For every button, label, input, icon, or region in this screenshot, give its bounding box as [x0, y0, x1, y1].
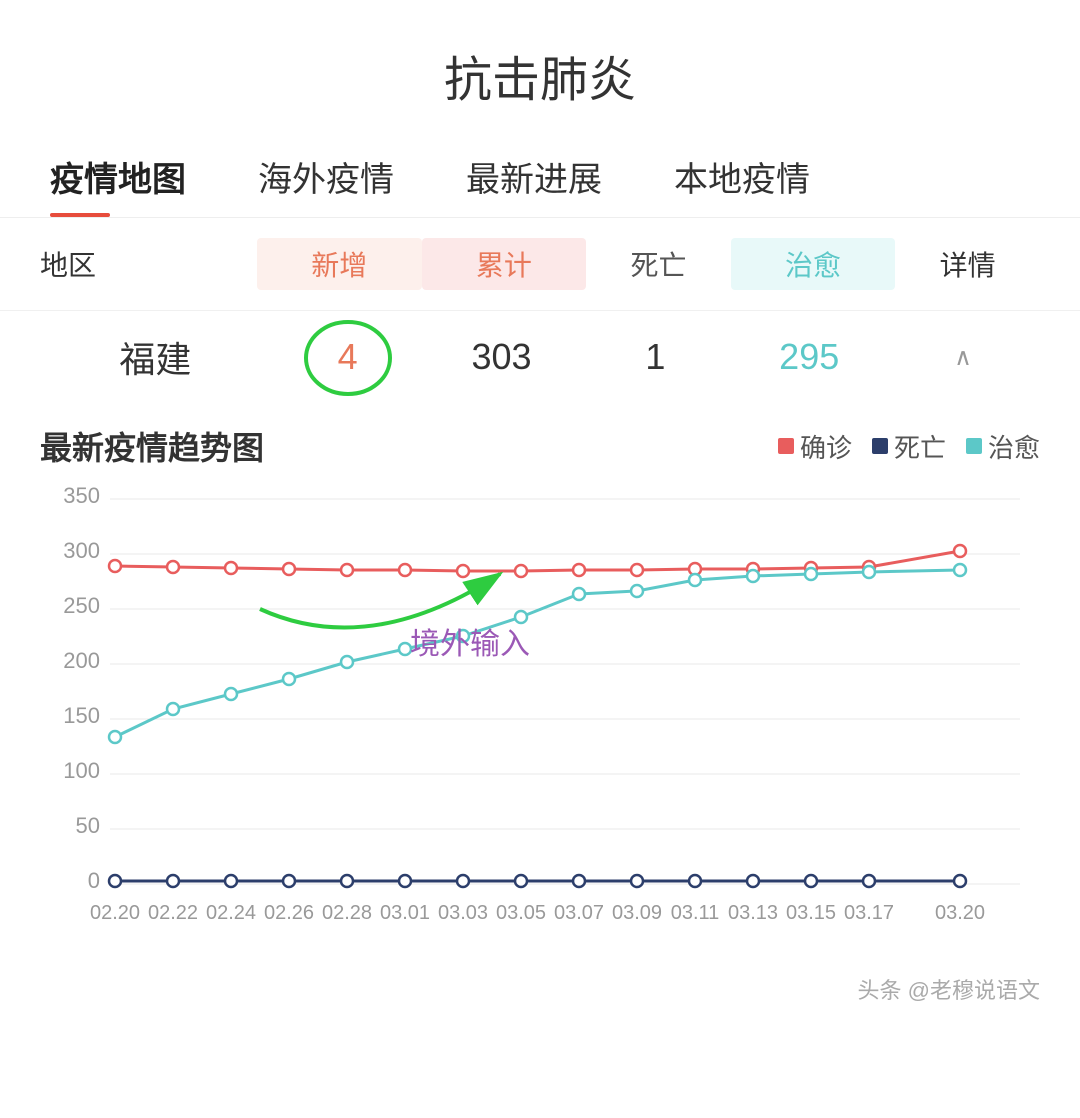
col-header-region: 地区 [40, 244, 257, 284]
col-header-new: 新增 [257, 238, 422, 290]
tab-overseas[interactable]: 海外疫情 [222, 140, 430, 217]
cell-heal: 295 [732, 336, 886, 378]
cell-death: 1 [578, 336, 732, 378]
chart-svg: 350 300 250 200 150 100 50 0 02.20 02.22… [40, 479, 1040, 959]
svg-text:03.17: 03.17 [844, 902, 894, 924]
svg-text:0: 0 [88, 868, 100, 893]
svg-text:02.20: 02.20 [90, 902, 140, 924]
svg-text:03.07: 03.07 [554, 902, 604, 924]
svg-text:350: 350 [63, 483, 100, 508]
svg-text:03.03: 03.03 [438, 902, 488, 924]
tab-local[interactable]: 本地疫情 [638, 140, 846, 217]
svg-text:02.24: 02.24 [206, 902, 256, 924]
cell-total: 303 [425, 336, 579, 378]
tab-latest[interactable]: 最新进展 [430, 140, 638, 217]
svg-text:03.05: 03.05 [496, 902, 546, 924]
svg-text:100: 100 [63, 758, 100, 783]
col-header-detail: 详情 [895, 244, 1040, 284]
svg-text:03.01: 03.01 [380, 902, 430, 924]
cell-region: 福建 [40, 331, 271, 383]
col-header-total: 累计 [422, 238, 587, 290]
expand-icon[interactable]: ∧ [886, 343, 1040, 372]
data-row-fujian: 福建 4 303 1 295 ∧ [0, 310, 1080, 403]
svg-text:50: 50 [76, 813, 100, 838]
svg-text:03.11: 03.11 [671, 902, 720, 924]
trend-title: 最新疫情趋势图 [40, 423, 778, 469]
chart-area: 境外输入 350 300 250 200 150 100 50 0 02.20 … [40, 479, 1040, 959]
legend-heal: 治愈 [966, 428, 1040, 465]
svg-text:02.22: 02.22 [148, 902, 198, 924]
svg-text:03.15: 03.15 [786, 902, 836, 924]
col-header-heal: 治愈 [731, 238, 896, 290]
table-header: 地区 新增 累计 死亡 治愈 详情 [0, 218, 1080, 310]
legend-dot-heal [966, 438, 982, 454]
legend-confirmed: 确诊 [778, 428, 852, 465]
page-title: 抗击肺炎 [0, 0, 1080, 140]
nav-tabs: 疫情地图 海外疫情 最新进展 本地疫情 [0, 140, 1080, 218]
legend-death: 死亡 [872, 428, 946, 465]
watermark: 头条 @老穆说语文 [0, 969, 1080, 1015]
col-header-death: 死亡 [586, 244, 731, 284]
svg-text:03.20: 03.20 [935, 902, 985, 924]
svg-text:03.13: 03.13 [728, 902, 778, 924]
svg-text:150: 150 [63, 703, 100, 728]
trend-header: 最新疫情趋势图 确诊 死亡 治愈 [40, 423, 1040, 469]
legend: 确诊 死亡 治愈 [778, 428, 1040, 465]
trend-section: 最新疫情趋势图 确诊 死亡 治愈 境外输入 [0, 403, 1080, 969]
svg-text:250: 250 [63, 593, 100, 618]
svg-text:200: 200 [63, 648, 100, 673]
legend-dot-confirmed [778, 438, 794, 454]
legend-dot-death [872, 438, 888, 454]
cell-new: 4 [271, 336, 425, 378]
tab-epidemic-map[interactable]: 疫情地图 [40, 140, 222, 217]
svg-text:300: 300 [63, 538, 100, 563]
svg-text:03.09: 03.09 [612, 902, 662, 924]
svg-text:02.28: 02.28 [322, 902, 372, 924]
svg-text:02.26: 02.26 [264, 902, 314, 924]
